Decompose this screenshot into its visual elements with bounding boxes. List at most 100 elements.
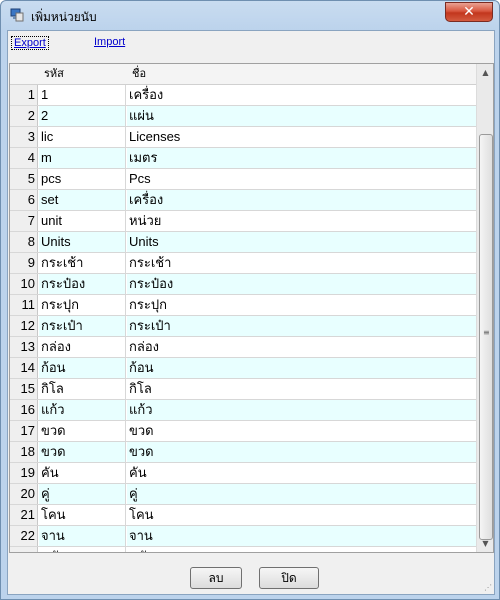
table-row[interactable]: 19 คัน คัน: [10, 463, 476, 484]
row-number[interactable]: 18: [10, 442, 38, 462]
cell-code[interactable]: จาน: [39, 526, 126, 546]
table-row[interactable]: 14 ก้อน ก้อน: [10, 358, 476, 379]
column-header-name[interactable]: ชื่อ: [132, 64, 146, 84]
row-number[interactable]: 11: [10, 295, 38, 315]
row-number[interactable]: 12: [10, 316, 38, 336]
row-number[interactable]: 10: [10, 274, 38, 294]
row-number[interactable]: 5: [10, 169, 38, 189]
cell-code[interactable]: pcs: [39, 169, 126, 189]
row-number[interactable]: 2: [10, 106, 38, 126]
table-row[interactable]: 7 unit หน่วย: [10, 211, 476, 232]
row-number[interactable]: 7: [10, 211, 38, 231]
row-number[interactable]: 9: [10, 253, 38, 273]
table-row[interactable]: 23ฉบับฉบับ: [10, 547, 476, 552]
cell-name[interactable]: แก้ว: [127, 400, 476, 420]
cell-name[interactable]: กล่อง: [127, 337, 476, 357]
units-grid[interactable]: รหัส ชื่อ 1 1 เครื่อง 2 2 แผ่น 3 lic Licenses 4 m เ…: [9, 63, 494, 553]
cell-code[interactable]: unit: [39, 211, 126, 231]
table-row[interactable]: 3 lic Licenses: [10, 127, 476, 148]
table-row[interactable]: 1 1 เครื่อง: [10, 85, 476, 106]
column-header-code[interactable]: รหัส: [44, 64, 64, 84]
table-row[interactable]: 20 คู่ คู่: [10, 484, 476, 505]
cell-code[interactable]: คู่: [39, 484, 126, 504]
cell-code[interactable]: กิโล: [39, 379, 126, 399]
row-number[interactable]: 13: [10, 337, 38, 357]
cell-code[interactable]: ขวด: [39, 421, 126, 441]
cell-name[interactable]: ก้อน: [127, 358, 476, 378]
row-number[interactable]: 3: [10, 127, 38, 147]
table-row[interactable]: 17 ขวด ขวด: [10, 421, 476, 442]
cell-name[interactable]: โคน: [127, 505, 476, 525]
cell-code[interactable]: ฉบับ: [39, 547, 126, 552]
cell-name[interactable]: กิโล: [127, 379, 476, 399]
cell-code[interactable]: กระปุก: [39, 295, 126, 315]
delete-button[interactable]: ลบ: [190, 567, 242, 589]
cell-name[interactable]: คู่: [127, 484, 476, 504]
title-bar[interactable]: เพิ่มหน่วยนับ ✕: [1, 1, 499, 30]
scroll-up-arrow-icon[interactable]: ▲: [477, 64, 493, 81]
cell-code[interactable]: set: [39, 190, 126, 210]
cell-code[interactable]: ก้อน: [39, 358, 126, 378]
cell-code[interactable]: lic: [39, 127, 126, 147]
cell-code[interactable]: กระเช้า: [39, 253, 126, 273]
table-row[interactable]: 9 กระเช้า กระเช้า: [10, 253, 476, 274]
table-row[interactable]: 2 2 แผ่น: [10, 106, 476, 127]
row-number[interactable]: 15: [10, 379, 38, 399]
cell-code[interactable]: ขวด: [39, 442, 126, 462]
table-row[interactable]: 12 กระเป๋า กระเป๋า: [10, 316, 476, 337]
cell-name[interactable]: Licenses: [127, 127, 476, 147]
row-number[interactable]: 1: [10, 85, 38, 105]
table-row[interactable]: 13 กล่อง กล่อง: [10, 337, 476, 358]
table-row[interactable]: 4 m เมตร: [10, 148, 476, 169]
cell-name[interactable]: แผ่น: [127, 106, 476, 126]
table-row[interactable]: 6 set เครื่อง: [10, 190, 476, 211]
cell-code[interactable]: Units: [39, 232, 126, 252]
close-button[interactable]: ปิด: [259, 567, 319, 589]
cell-name[interactable]: ขวด: [127, 442, 476, 462]
import-link[interactable]: Import: [94, 36, 125, 48]
table-row[interactable]: 18 ขวด ขวด: [10, 442, 476, 463]
cell-name[interactable]: Pcs: [127, 169, 476, 189]
cell-code[interactable]: 2: [39, 106, 126, 126]
table-row[interactable]: 22 จาน จาน: [10, 526, 476, 547]
cell-code[interactable]: โคน: [39, 505, 126, 525]
table-row[interactable]: 16 แก้ว แก้ว: [10, 400, 476, 421]
scrollbar-thumb[interactable]: ≡: [479, 134, 493, 540]
row-number[interactable]: 17: [10, 421, 38, 441]
table-row[interactable]: 5 pcs Pcs: [10, 169, 476, 190]
cell-name[interactable]: เครื่อง: [127, 190, 476, 210]
vertical-scrollbar[interactable]: ▲ ≡ ▼: [476, 64, 493, 552]
cell-name[interactable]: Units: [127, 232, 476, 252]
row-number[interactable]: 6: [10, 190, 38, 210]
cell-name[interactable]: ขวด: [127, 421, 476, 441]
scroll-down-arrow-icon[interactable]: ▼: [477, 535, 493, 552]
export-link[interactable]: Export: [11, 36, 49, 50]
table-row[interactable]: 21 โคน โคน: [10, 505, 476, 526]
cell-name[interactable]: หน่วย: [127, 211, 476, 231]
window-close-button[interactable]: ✕: [445, 2, 493, 22]
cell-name[interactable]: เครื่อง: [127, 85, 476, 105]
row-number[interactable]: 20: [10, 484, 38, 504]
table-row[interactable]: 8 Units Units: [10, 232, 476, 253]
row-number[interactable]: 4: [10, 148, 38, 168]
cell-name[interactable]: จาน: [127, 526, 476, 546]
table-row[interactable]: 10 กระป๋อง กระป๋อง: [10, 274, 476, 295]
cell-code[interactable]: แก้ว: [39, 400, 126, 420]
table-row[interactable]: 15 กิโล กิโล: [10, 379, 476, 400]
resize-grip-icon[interactable]: ⋰: [484, 583, 492, 592]
table-row[interactable]: 11 กระปุก กระปุก: [10, 295, 476, 316]
cell-name[interactable]: เมตร: [127, 148, 476, 168]
row-number[interactable]: 19: [10, 463, 38, 483]
cell-code[interactable]: คัน: [39, 463, 126, 483]
cell-code[interactable]: กระป๋อง: [39, 274, 126, 294]
cell-code[interactable]: m: [39, 148, 126, 168]
row-number[interactable]: 8: [10, 232, 38, 252]
row-number[interactable]: 14: [10, 358, 38, 378]
row-number[interactable]: 21: [10, 505, 38, 525]
cell-name[interactable]: กระปุก: [127, 295, 476, 315]
cell-code[interactable]: กระเป๋า: [39, 316, 126, 336]
cell-code[interactable]: กล่อง: [39, 337, 126, 357]
cell-name[interactable]: คัน: [127, 463, 476, 483]
cell-name[interactable]: กระเป๋า: [127, 316, 476, 336]
cell-name[interactable]: กระเช้า: [127, 253, 476, 273]
